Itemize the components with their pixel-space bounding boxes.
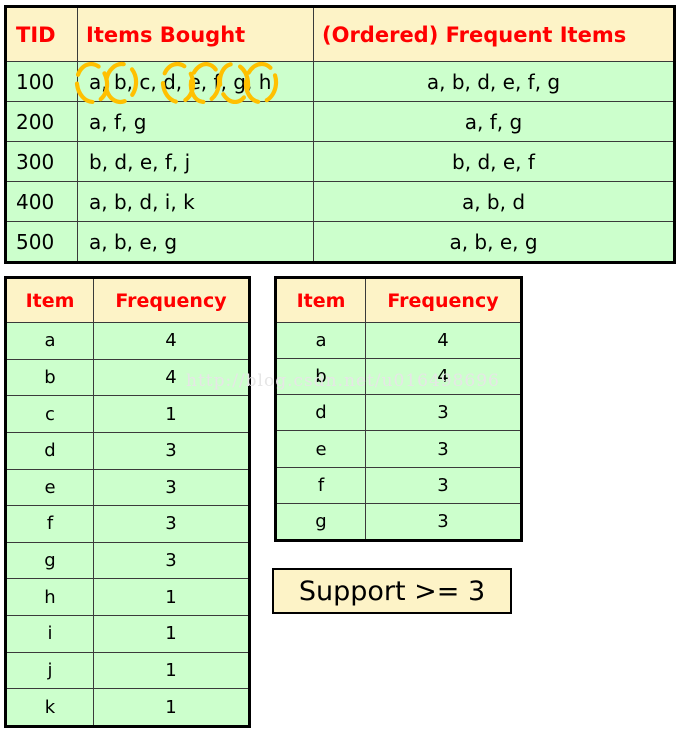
- cell-items-bought: a, b, c, d, e, f, g, h: [77, 61, 314, 102]
- cell-frequency: 3: [93, 431, 250, 470]
- cell-frequency: 4: [365, 321, 522, 360]
- cell-frequent-items: a, b, e, g: [313, 221, 675, 263]
- cell-item: d: [275, 394, 366, 432]
- cell-items-bought: a, b, e, g: [77, 221, 314, 263]
- cell-item: e: [275, 430, 366, 468]
- cell-frequency: 3: [365, 430, 522, 468]
- table-header-row: Item Frequency: [5, 277, 250, 323]
- table-row: g 3: [5, 541, 250, 580]
- support-threshold-note: Support >= 3: [272, 568, 512, 614]
- cell-item: g: [275, 502, 366, 542]
- table-row: h 1: [5, 578, 250, 616]
- cell-tid: 400: [5, 181, 78, 222]
- table-row: b 4: [275, 358, 522, 396]
- cell-frequency: 3: [93, 505, 250, 543]
- table-row: e 3: [275, 430, 522, 468]
- column-header-tid: TID: [5, 6, 78, 62]
- cell-frequency: 4: [93, 322, 250, 360]
- cell-frequent-items: a, b, d: [313, 181, 675, 222]
- frequency-all-table: Item Frequency a 4 b 4 c 1 d 3 e 3 f 3 g: [4, 276, 251, 728]
- table-row: d 3: [5, 431, 250, 470]
- cell-tid: 500: [5, 221, 78, 263]
- cell-frequency: 3: [93, 468, 250, 507]
- cell-item: e: [5, 468, 94, 507]
- cell-frequency: 3: [365, 394, 522, 432]
- cell-item: h: [5, 578, 94, 616]
- table-row: 300 b, d, e, f, j b, d, e, f: [5, 141, 675, 182]
- frequency-filtered-table: Item Frequency a 4 b 4 d 3 e 3 f 3 g 3: [274, 276, 523, 542]
- cell-frequency: 1: [93, 651, 250, 690]
- cell-frequency: 3: [365, 466, 522, 504]
- cell-item: f: [275, 466, 366, 504]
- table-row: c 1: [5, 395, 250, 433]
- table-row: e 3: [5, 468, 250, 507]
- cell-tid: 200: [5, 101, 78, 142]
- cell-tid: 300: [5, 141, 78, 182]
- column-header-item: Item: [275, 277, 366, 323]
- cell-tid: 100: [5, 61, 78, 102]
- cell-frequency: 1: [93, 395, 250, 433]
- table-row: f 3: [275, 466, 522, 504]
- cell-item: b: [5, 358, 94, 397]
- table-row: d 3: [275, 394, 522, 432]
- table-header-row: TID Items Bought (Ordered) Frequent Item…: [5, 6, 675, 62]
- cell-frequency: 4: [93, 358, 250, 397]
- table-row: f 3: [5, 505, 250, 543]
- table-row: j 1: [5, 651, 250, 690]
- cell-frequency: 1: [93, 615, 250, 653]
- table-row: a 4: [275, 321, 522, 360]
- table-row: 200 a, f, g a, f, g: [5, 101, 675, 142]
- cell-frequent-items: b, d, e, f: [313, 141, 675, 182]
- table-row: a 4: [5, 322, 250, 360]
- table-row: i 1: [5, 615, 250, 653]
- cell-frequency: 4: [365, 358, 522, 396]
- cell-frequency: 1: [93, 688, 250, 727]
- cell-item: i: [5, 615, 94, 653]
- cell-item: f: [5, 505, 94, 543]
- cell-item: b: [275, 358, 366, 396]
- column-header-frequency: Frequency: [365, 277, 522, 323]
- table-row: k 1: [5, 688, 250, 727]
- cell-item: a: [5, 322, 94, 360]
- cell-item: k: [5, 688, 94, 727]
- column-header-items-bought: Items Bought: [77, 6, 314, 62]
- table-row: b 4: [5, 358, 250, 397]
- cell-item: g: [5, 541, 94, 580]
- table-row: 100 a, b, c, d, e, f, g, h a, b, d, e, f…: [5, 61, 675, 102]
- cell-item: c: [5, 395, 94, 433]
- cell-frequent-items: a, b, d, e, f, g: [313, 61, 675, 102]
- column-header-item: Item: [5, 277, 94, 323]
- cell-items-bought: a, b, d, i, k: [77, 181, 314, 222]
- table-row: 400 a, b, d, i, k a, b, d: [5, 181, 675, 222]
- cell-items-bought: a, f, g: [77, 101, 314, 142]
- cell-items-bought: b, d, e, f, j: [77, 141, 314, 182]
- column-header-frequency: Frequency: [93, 277, 250, 323]
- table-row: g 3: [275, 502, 522, 542]
- column-header-frequent-items: (Ordered) Frequent Items: [313, 6, 675, 62]
- cell-item: j: [5, 651, 94, 690]
- cell-item: a: [275, 321, 366, 360]
- cell-frequency: 1: [93, 578, 250, 616]
- transactions-table: TID Items Bought (Ordered) Frequent Item…: [4, 5, 676, 264]
- cell-item: d: [5, 431, 94, 470]
- support-threshold-label: Support >= 3: [298, 575, 486, 607]
- table-header-row: Item Frequency: [275, 277, 522, 323]
- cell-frequent-items: a, f, g: [313, 101, 675, 142]
- cell-frequency: 3: [365, 502, 522, 542]
- cell-frequency: 3: [93, 541, 250, 580]
- table-row: 500 a, b, e, g a, b, e, g: [5, 221, 675, 263]
